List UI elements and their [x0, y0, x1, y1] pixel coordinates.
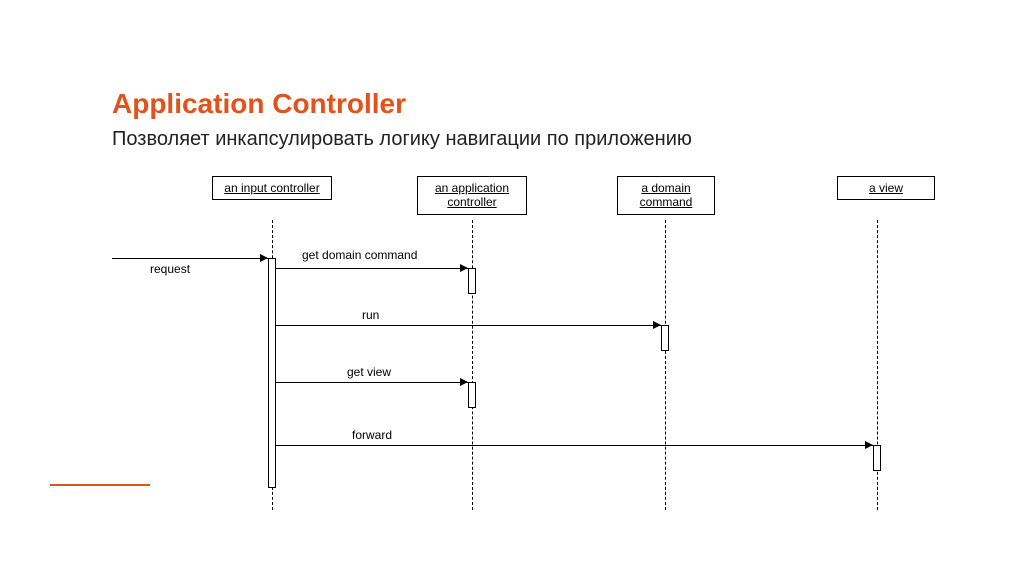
participant-label-line1: an application — [424, 181, 520, 195]
arrow-request — [112, 258, 268, 259]
arrow-run — [276, 325, 661, 326]
sequence-diagram: an input controller an application contr… — [112, 170, 942, 510]
arrow-head-icon — [653, 321, 661, 329]
arrow-get-view — [276, 382, 468, 383]
participant-label-line1: a domain — [624, 181, 708, 195]
participant-input-controller: an input controller — [212, 176, 332, 200]
activation-domain-command — [661, 325, 669, 351]
arrow-head-icon — [460, 264, 468, 272]
participant-label-line2: controller — [424, 195, 520, 209]
activation-app-controller-1 — [468, 268, 476, 294]
lifeline-application-controller — [472, 220, 473, 510]
participant-label-line2: command — [624, 195, 708, 209]
decorative-accent-line — [50, 484, 150, 486]
lifeline-domain-command — [665, 220, 666, 510]
arrow-head-icon — [260, 254, 268, 262]
participant-application-controller: an application controller — [417, 176, 527, 215]
label-run: run — [362, 308, 379, 322]
arrow-head-icon — [865, 441, 873, 449]
label-get-domain-command: get domain command — [302, 248, 417, 262]
activation-input-controller — [268, 258, 276, 488]
participant-domain-command: a domain command — [617, 176, 715, 215]
activation-app-controller-2 — [468, 382, 476, 408]
slide-title: Application Controller — [112, 88, 406, 120]
label-get-view: get view — [347, 365, 391, 379]
arrow-get-domain-command — [276, 268, 468, 269]
label-forward: forward — [352, 428, 392, 442]
label-request: request — [150, 262, 190, 276]
participant-view: a view — [837, 176, 935, 200]
arrow-head-icon — [460, 378, 468, 386]
activation-view — [873, 445, 881, 471]
arrow-forward — [276, 445, 873, 446]
slide-subtitle: Позволяет инкапсулировать логику навигац… — [112, 128, 692, 151]
